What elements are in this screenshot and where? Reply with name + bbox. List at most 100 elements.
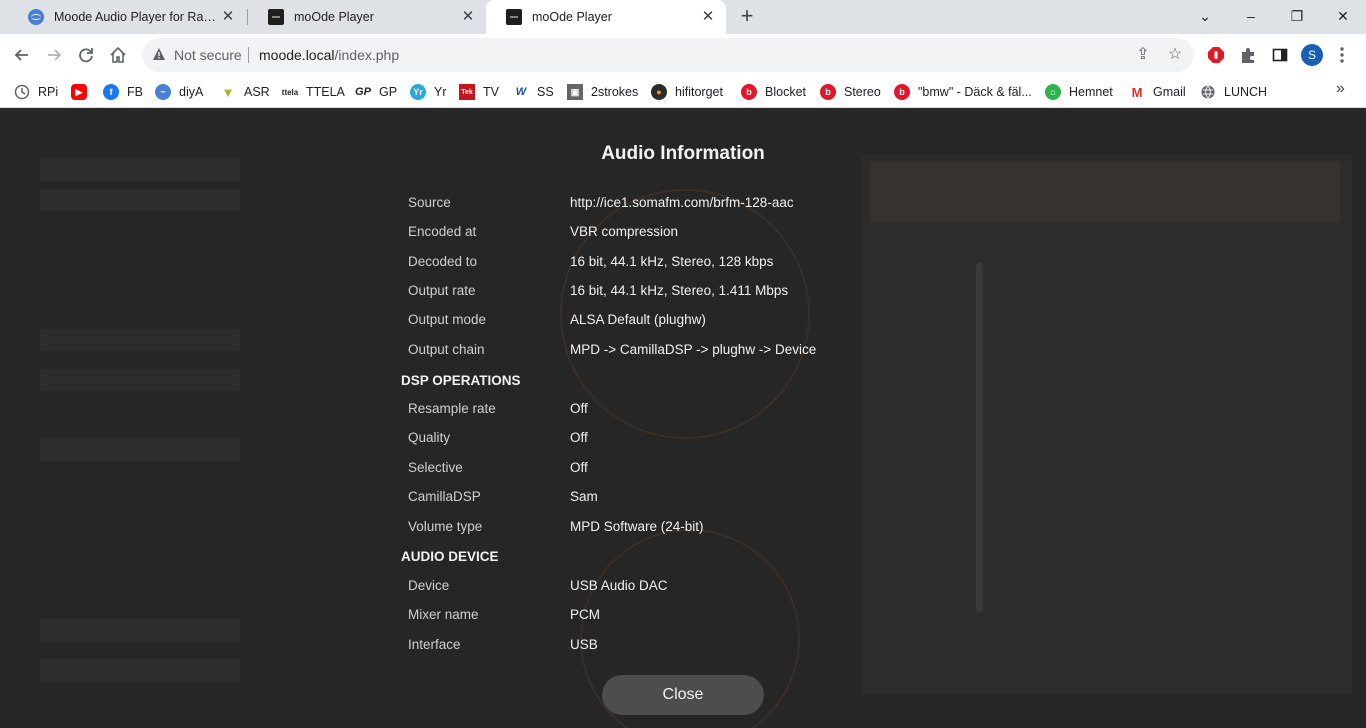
yr-icon: Yr	[410, 84, 426, 100]
close-tab-icon[interactable]: ✕	[460, 9, 476, 25]
security-label[interactable]: Not secure	[174, 47, 242, 63]
row-label: Interface	[408, 637, 461, 652]
url-text[interactable]: moode.local/index.php	[259, 47, 399, 63]
bookmark-label: Blocket	[765, 85, 806, 99]
bookmark-yr[interactable]: Yr Yr	[410, 82, 447, 102]
bookmark-asr[interactable]: ▼ ASR	[220, 82, 270, 102]
side-panel-icon[interactable]	[1271, 46, 1289, 64]
bookmark-stereo[interactable]: b Stereo	[820, 82, 881, 102]
browser-menu-icon[interactable]	[1333, 46, 1351, 64]
youtube-icon: ▶	[71, 84, 87, 100]
row-value: MPD Software (24-bit)	[570, 519, 704, 534]
share-icon[interactable]: ⇪	[1134, 46, 1152, 64]
omnibox-divider	[248, 47, 249, 63]
row-value: Off	[570, 460, 588, 475]
bookmark-fb[interactable]: f FB	[103, 82, 143, 102]
home-button[interactable]	[103, 40, 133, 70]
tab-moode-audio-player[interactable]: Moode Audio Player for Raspber ✕	[8, 0, 246, 34]
gp-icon: GP	[355, 86, 371, 98]
bookmark-bmw[interactable]: b "bmw" - Däck & fäl...	[894, 82, 1032, 102]
tek-icon: Tek	[459, 84, 475, 100]
row-value: Off	[570, 401, 588, 416]
row-label: Mixer name	[408, 607, 479, 622]
tab-search-button[interactable]: ⌄	[1182, 0, 1228, 32]
row-label: Output mode	[408, 312, 487, 327]
hifitorget-icon: ●	[651, 84, 667, 100]
back-button[interactable]	[7, 40, 37, 70]
bookmark-label: "bmw" - Däck & fäl...	[918, 85, 1032, 99]
bookmark-hifitorget[interactable]: ● hifitorget	[651, 82, 723, 102]
modal-scrollbar[interactable]	[976, 263, 983, 613]
row-value: ALSA Default (plughw)	[570, 312, 706, 327]
tab-moode-player[interactable]: moOde Player ✕	[248, 0, 486, 34]
minimize-button[interactable]: –	[1228, 0, 1274, 32]
bookmark-youtube[interactable]: ▶	[71, 82, 95, 102]
bookmark-label: FB	[127, 85, 143, 99]
bookmark-hemnet[interactable]: ⌂ Hemnet	[1045, 82, 1113, 102]
gmail-icon: M	[1131, 84, 1143, 100]
bookmark-label: Stereo	[844, 85, 881, 99]
address-bar[interactable]: Not secure moode.local/index.php ⇪ ☆	[142, 38, 1194, 72]
moode-logo-icon	[268, 9, 284, 25]
bookmark-label: GP	[379, 85, 398, 99]
adblock-extension-icon[interactable]	[1207, 46, 1225, 64]
close-window-button[interactable]: ✕	[1320, 0, 1366, 32]
background-list-item	[40, 189, 240, 211]
bookmark-ss[interactable]: W SS	[513, 82, 554, 102]
blocket-icon: b	[820, 84, 836, 100]
diya-icon: ~	[155, 84, 171, 100]
bookmark-gp[interactable]: GP GP	[355, 82, 397, 102]
bookmark-label: TV	[483, 85, 499, 99]
url-host: moode.local	[259, 47, 335, 63]
bookmark-ttela[interactable]: ttela TTELA	[282, 82, 345, 102]
bookmarks-overflow-icon[interactable]: »	[1336, 80, 1345, 98]
reload-button[interactable]	[71, 40, 101, 70]
forward-button[interactable]	[39, 40, 69, 70]
bookmark-star-icon[interactable]: ☆	[1166, 46, 1184, 64]
row-label: Output chain	[408, 342, 485, 357]
restore-button[interactable]: ❐	[1274, 0, 1320, 32]
bookmarks-bar: RPi ▶ f FB ~ diyA ▼ ASR ttela TTELA GP G…	[0, 76, 1366, 108]
row-value: 16 bit, 44.1 kHz, Stereo, 1.411 Mbps	[570, 283, 789, 298]
bookmark-2strokes[interactable]: ▣ 2strokes	[567, 82, 638, 102]
blocket-icon: b	[894, 84, 910, 100]
row-label: Quality	[408, 430, 451, 445]
bookmark-label: Hemnet	[1069, 85, 1113, 99]
close-button[interactable]: Close	[602, 675, 764, 715]
bookmark-label: diyA	[179, 85, 204, 99]
row-value: USB	[570, 637, 598, 652]
row-label: Decoded to	[408, 254, 478, 269]
tab-title: moOde Player	[532, 10, 612, 24]
wf-icon: W	[515, 86, 527, 98]
clock-icon	[14, 84, 30, 100]
row-label: Volume type	[408, 519, 483, 534]
row-label: Source	[408, 195, 451, 210]
row-value: USB Audio DAC	[570, 578, 668, 593]
facebook-icon: f	[103, 84, 119, 100]
home-icon	[110, 46, 126, 63]
bookmark-label: TTELA	[306, 85, 345, 99]
background-list-item	[40, 329, 240, 351]
bookmark-blocket[interactable]: b Blocket	[741, 82, 806, 102]
bookmark-gmail[interactable]: M Gmail	[1129, 82, 1186, 102]
new-tab-button[interactable]: +	[736, 5, 758, 28]
close-tab-icon[interactable]: ✕	[220, 9, 236, 25]
tab-moode-player-active[interactable]: moOde Player ✕	[486, 0, 726, 34]
bookmark-tv[interactable]: Tek TV	[459, 82, 499, 102]
hemnet-icon: ⌂	[1045, 84, 1061, 100]
bookmark-diya[interactable]: ~ diyA	[155, 82, 203, 102]
row-label: Encoded at	[408, 224, 477, 239]
bookmark-label: hifitorget	[675, 85, 723, 99]
profile-avatar[interactable]: S	[1301, 44, 1323, 66]
browser-toolbar: Not secure moode.local/index.php ⇪ ☆ S	[0, 34, 1366, 76]
bookmark-rpi[interactable]: RPi	[14, 82, 58, 102]
bookmark-label: LUNCH	[1224, 85, 1268, 99]
page-content: Audio Information Source http://ice1.som…	[0, 109, 1366, 728]
row-label: Selective	[408, 460, 463, 475]
url-path: /index.php	[334, 47, 400, 63]
close-tab-icon[interactable]: ✕	[700, 9, 716, 25]
bookmark-lunch[interactable]: LUNCH	[1200, 82, 1267, 102]
extensions-puzzle-icon[interactable]	[1239, 46, 1257, 64]
background-list-item	[40, 619, 240, 641]
background-cover-title	[870, 161, 1340, 223]
